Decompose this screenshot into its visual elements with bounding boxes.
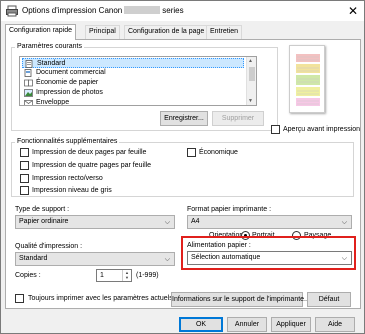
media-type-select[interactable]: Papier ordinaire ⌵ [15, 215, 175, 229]
preview-checkbox[interactable] [271, 125, 280, 134]
document-icon [25, 60, 33, 68]
list-item-label: Impression de photos [36, 89, 103, 96]
paper-saving-icon [24, 79, 33, 87]
grayscale-label: Impression niveau de gris [32, 187, 112, 194]
preview-page-graphic [294, 50, 322, 110]
photo-icon [24, 89, 33, 97]
duplex-checkbox[interactable] [20, 174, 29, 183]
settings-group-label: Paramètres courants [15, 43, 84, 50]
copies-label: Copies : [15, 272, 41, 279]
list-item-label: Document commercial [36, 69, 106, 76]
apply-button[interactable]: Appliquer [271, 317, 311, 332]
media-type-value: Papier ordinaire [19, 218, 69, 225]
printer-icon [6, 5, 18, 17]
model-name-redacted [124, 6, 161, 14]
two-pages-checkbox[interactable] [20, 148, 29, 157]
list-scrollbar[interactable]: ▲ ▼ [246, 57, 256, 105]
default-button[interactable]: Défaut [307, 292, 351, 307]
quality-select[interactable]: Standard ⌵ [15, 252, 175, 266]
list-item-label: Économie de papier [36, 79, 99, 86]
list-item-economie-papier[interactable]: Économie de papier [22, 78, 244, 88]
close-icon[interactable]: ✕ [348, 4, 358, 18]
list-item-label: Enveloppe [36, 99, 70, 106]
copies-range: (1-999) [136, 272, 159, 279]
tab-configuration-rapide[interactable]: Configuration rapide [5, 24, 77, 40]
chevron-down-icon: ⌵ [164, 256, 170, 263]
copies-value[interactable]: 1 [100, 272, 104, 279]
ok-button[interactable]: OK [179, 317, 223, 332]
document-icon [24, 69, 32, 77]
settings-list[interactable]: Standard Document commercial Économie de… [19, 56, 257, 106]
list-item-document-commercial[interactable]: Document commercial [22, 68, 244, 78]
tab-principal[interactable]: Principal [85, 25, 120, 39]
window-title: Options d'impression Canon series [22, 6, 184, 15]
envelope-icon [24, 100, 33, 105]
media-info-button[interactable]: Informations sur le support de l'imprima… [171, 292, 310, 307]
chevron-down-icon: ⌵ [341, 219, 347, 226]
media-type-label: Type de support : [15, 206, 70, 213]
paper-size-select[interactable]: A4 ⌵ [187, 215, 352, 229]
window-title-prefix: Options d'impression Canon [22, 6, 123, 15]
list-item-enveloppe[interactable]: Enveloppe [22, 98, 244, 106]
scroll-down-icon[interactable]: ▼ [248, 98, 253, 104]
list-item-standard[interactable]: Standard [22, 58, 244, 68]
two-pages-label: Impression de deux pages par feuille [32, 149, 147, 156]
always-print-label: Toujours imprimer avec les paramètres ac… [28, 295, 173, 302]
features-group-label: Fonctionnalités supplémentaires [15, 138, 120, 145]
quality-label: Qualité d'impression : [15, 243, 83, 250]
paper-size-label: Format papier imprimante : [187, 206, 272, 213]
grayscale-checkbox[interactable] [20, 186, 29, 195]
duplex-label: Impression recto/verso [32, 175, 103, 182]
copies-stepper[interactable]: 1 ▲ ▼ [96, 269, 132, 282]
paper-size-value: A4 [191, 218, 200, 225]
paper-source-value: Sélection automatique [191, 254, 261, 261]
window-title-suffix: series [162, 6, 184, 15]
delete-button[interactable]: Supprimer [212, 111, 264, 126]
list-item-impression-photos[interactable]: Impression de photos [22, 88, 244, 98]
paper-source-label: Alimentation papier : [187, 242, 251, 249]
help-button[interactable]: Aide [315, 317, 355, 332]
scroll-up-icon[interactable]: ▲ [248, 58, 253, 64]
economy-checkbox[interactable] [187, 148, 196, 157]
spin-down-icon[interactable]: ▼ [123, 275, 131, 280]
tab-configuration-page[interactable]: Configuration de la page [124, 25, 209, 39]
economy-label: Économique [199, 149, 238, 156]
four-pages-label: Impression de quatre pages par feuille [32, 162, 152, 169]
cancel-button[interactable]: Annuler [227, 317, 267, 332]
chevron-down-icon: ⌵ [341, 255, 347, 262]
always-print-checkbox[interactable] [15, 294, 24, 303]
paper-source-select[interactable]: Sélection automatique ⌵ [187, 251, 352, 265]
four-pages-checkbox[interactable] [20, 161, 29, 170]
copies-spin-buttons[interactable]: ▲ ▼ [122, 270, 131, 281]
title-bar: Options d'impression Canon series ✕ [1, 1, 364, 21]
scrollbar-thumb[interactable] [249, 67, 255, 81]
preview-label: Aperçu avant impression [283, 126, 361, 133]
quality-value: Standard [19, 255, 48, 262]
list-item-label: Standard [37, 60, 66, 67]
print-options-window: Options d'impression Canon series ✕ Confi… [0, 0, 365, 334]
tab-entretien[interactable]: Entretien [206, 25, 243, 39]
print-preview-image [289, 45, 325, 113]
chevron-down-icon: ⌵ [164, 219, 170, 226]
save-button[interactable]: Enregistrer... [160, 111, 208, 126]
